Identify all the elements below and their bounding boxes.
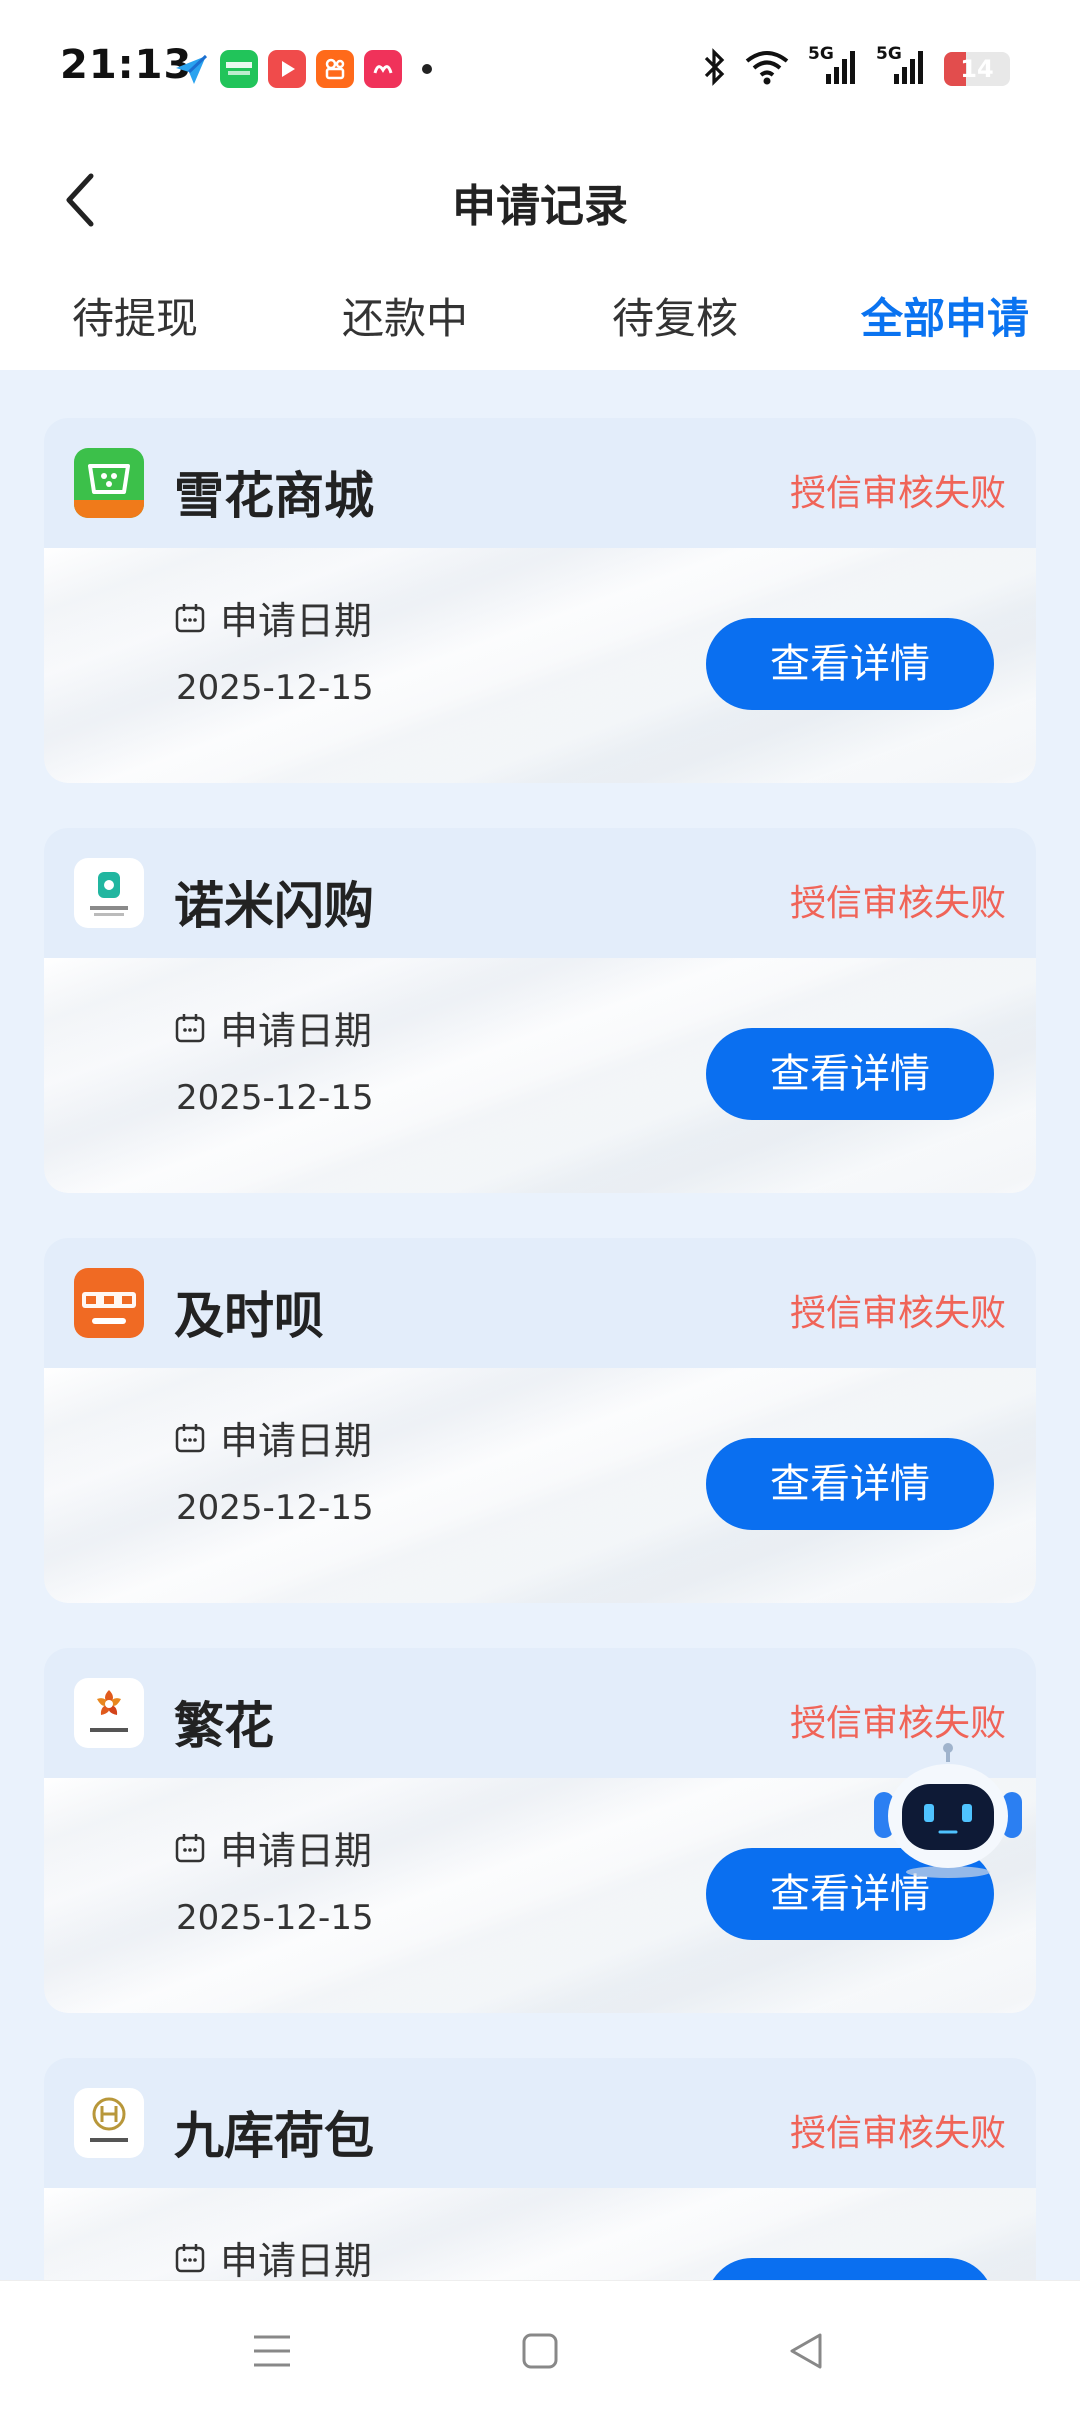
application-card: 诺米闪购 授信审核失败 申请日期 2025-12-15 查看详情 — [44, 828, 1036, 1193]
card-body: 申请日期 2025-12-15 查看详情 — [44, 958, 1036, 1193]
battery-level: 14 — [960, 55, 994, 83]
menu-button[interactable] — [242, 2321, 302, 2381]
filter-tabs: 待提现 还款中 待复核 全部申请 — [0, 265, 1080, 370]
application-date: 2025-12-15 — [176, 1898, 374, 1938]
fanhua-logo — [74, 1678, 144, 1748]
back-triangle-icon — [790, 2333, 822, 2369]
page-header: 申请记录 — [0, 140, 1080, 260]
back-nav-button[interactable] — [776, 2321, 836, 2381]
status-badge: 授信审核失败 — [789, 1293, 1006, 1334]
status-bar: 21:13 5G 5G 14 — [0, 0, 1080, 140]
application-card: 九库荷包 授信审核失败 申请日期 — [44, 2058, 1036, 2280]
tab-pending-review[interactable]: 待复核 — [540, 265, 810, 370]
lender-name: 诺米闪购 — [174, 877, 374, 935]
application-list[interactable]: 雪花商城 授信审核失败 申请日期 2025-12-15 查看详情 诺米闪购 授信… — [0, 370, 1080, 2280]
view-details-button[interactable]: 查看详情 — [706, 1438, 994, 1530]
calendar-icon — [175, 603, 205, 632]
more-notifications-dot — [422, 64, 432, 74]
status-indicators: 5G 5G 14 — [702, 44, 1010, 90]
date-label: 申请日期 — [220, 2239, 373, 2280]
menu-icon — [254, 2335, 290, 2367]
view-details-button[interactable] — [706, 2258, 994, 2280]
tab-repaying[interactable]: 还款中 — [270, 265, 540, 370]
system-navigation-bar — [0, 2280, 1080, 2412]
wifi-icon — [744, 49, 790, 89]
card-header: 九库荷包 授信审核失败 — [44, 2058, 1036, 2188]
application-card: 雪花商城 授信审核失败 申请日期 2025-12-15 查看详情 — [44, 418, 1036, 783]
lender-name: 九库荷包 — [174, 2107, 374, 2165]
application-date: 2025-12-15 — [176, 1488, 374, 1528]
date-label: 申请日期 — [220, 1829, 373, 1873]
kuaishou-app-icon — [316, 50, 354, 88]
tab-all-applications[interactable]: 全部申请 — [810, 265, 1080, 370]
cellular-signal-icon-2: 5G — [876, 44, 926, 90]
status-badge: 授信审核失败 — [789, 1703, 1006, 1744]
lender-name: 及时呗 — [174, 1287, 324, 1345]
card-header: 及时呗 授信审核失败 — [44, 1238, 1036, 1368]
application-card: 及时呗 授信审核失败 申请日期 2025-12-15 查看详情 — [44, 1238, 1036, 1603]
tab-pending-withdrawal[interactable]: 待提现 — [0, 265, 270, 370]
card-header: 诺米闪购 授信审核失败 — [44, 828, 1036, 958]
lender-name: 雪花商城 — [174, 467, 374, 525]
snow-mall-logo — [74, 448, 144, 518]
feishu-app-icon — [172, 50, 210, 88]
shop-app-icon — [364, 50, 402, 88]
view-details-button[interactable]: 查看详情 — [706, 618, 994, 710]
card-body: 申请日期 2025-12-15 查看详情 — [44, 1368, 1036, 1603]
robot-icon — [874, 1743, 1022, 1878]
jiuku-logo — [74, 2088, 144, 2158]
card-header: 雪花商城 授信审核失败 — [44, 418, 1036, 548]
card-body: 申请日期 2025-12-15 查看详情 — [44, 548, 1036, 783]
network-type-label: 5G — [808, 44, 834, 64]
date-label: 申请日期 — [220, 1419, 373, 1463]
calendar-icon — [175, 1013, 205, 1042]
home-square-icon — [522, 2333, 558, 2369]
bluetooth-icon — [702, 48, 726, 90]
calendar-icon — [175, 1423, 205, 1452]
lender-name: 繁花 — [174, 1697, 274, 1755]
date-label: 申请日期 — [220, 599, 373, 643]
jishibei-logo — [74, 1268, 144, 1338]
network-type-label-2: 5G — [876, 44, 902, 64]
nuomi-logo — [74, 858, 144, 928]
battery-icon: 14 — [944, 52, 1010, 86]
iqiyi-app-icon — [220, 50, 258, 88]
application-date: 2025-12-15 — [176, 1078, 374, 1118]
status-badge: 授信审核失败 — [789, 883, 1006, 924]
cellular-signal-icon: 5G — [808, 44, 858, 90]
home-button[interactable] — [510, 2321, 570, 2381]
notification-icons — [172, 50, 432, 88]
view-details-button[interactable]: 查看详情 — [706, 1028, 994, 1120]
calendar-icon — [175, 2243, 205, 2272]
assistant-robot-button[interactable] — [868, 1740, 1028, 1880]
video-app-icon — [268, 50, 306, 88]
page-title: 申请记录 — [452, 181, 628, 232]
status-badge: 授信审核失败 — [789, 2113, 1006, 2154]
application-date: 2025-12-15 — [176, 668, 374, 708]
date-label: 申请日期 — [220, 1009, 373, 1053]
status-badge: 授信审核失败 — [789, 473, 1006, 514]
card-body: 申请日期 — [44, 2188, 1036, 2280]
calendar-icon — [175, 1833, 205, 1862]
